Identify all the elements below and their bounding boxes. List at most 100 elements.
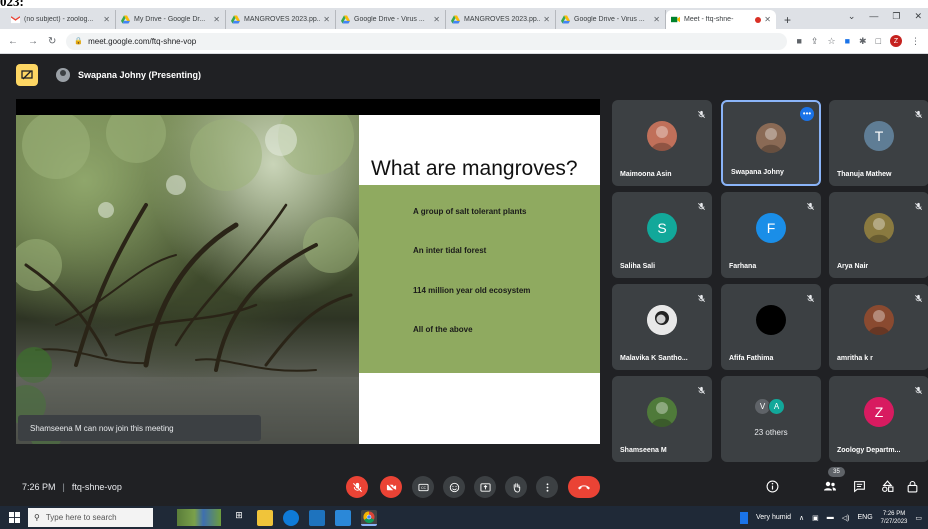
back-icon[interactable]: ← (8, 36, 18, 47)
participant-tile[interactable]: Z Zoology Departm... (829, 376, 928, 462)
participant-tile[interactable]: amritha k r (829, 284, 928, 370)
participant-name: Arya Nair (837, 263, 869, 270)
taskbar-clock[interactable]: 7:26 PM 7/27/2023 (881, 510, 908, 526)
top-strip: 023: (0, 0, 928, 8)
forward-icon[interactable]: → (28, 36, 38, 47)
battery-icon[interactable]: ▬ (827, 514, 834, 521)
slide-bullet: All of the above (413, 325, 473, 334)
raise-hand-button[interactable] (505, 476, 527, 498)
presentation-icon[interactable] (16, 64, 38, 86)
participant-tile[interactable]: Malavika K Santho... (612, 284, 712, 370)
close-tab-icon[interactable]: ✕ (433, 15, 440, 24)
participant-avatar: F (756, 213, 786, 243)
reload-icon[interactable]: ↻ (48, 36, 56, 47)
participant-tile[interactable]: ••• Swapana Johny (721, 100, 821, 186)
browser-tab[interactable]: Google Drive - Virus ... ✕ (556, 10, 666, 29)
bookmark-star-icon[interactable]: ☆ (828, 36, 836, 47)
participant-tile[interactable]: Afifa Fathima (721, 284, 821, 370)
tab-search-icon[interactable]: ⌄ (848, 11, 856, 22)
close-tab-icon[interactable]: ✕ (323, 15, 330, 24)
close-window-icon[interactable]: ✕ (914, 11, 922, 22)
chat-button[interactable] (851, 478, 867, 494)
share-icon[interactable]: ⇪ (811, 36, 819, 47)
browser-tab-label: Meet - ftq-shne- (684, 16, 734, 23)
participant-tile[interactable]: Arya Nair (829, 192, 928, 278)
task-view-icon[interactable]: ⊞ (231, 510, 247, 526)
search-icon: ⚲ (34, 513, 40, 522)
others-tile[interactable]: V A 23 others (721, 376, 821, 462)
presenter-label: Swapana Johny (Presenting) (78, 70, 202, 80)
close-tab-icon[interactable]: ✕ (653, 15, 660, 24)
browser-tab[interactable]: Google Drive - Virus ... ✕ (336, 10, 446, 29)
emoji-button[interactable] (443, 476, 465, 498)
mangrove-photo-art (16, 115, 359, 444)
activities-button[interactable] (879, 478, 895, 494)
host-controls-button[interactable] (904, 478, 920, 494)
puzzle-icon[interactable]: ✱ (859, 36, 867, 47)
mangrove-photo (16, 115, 359, 444)
browser-tab-bar: (no subject) - zoolog... ✕ My Drive - Goog… (0, 8, 928, 29)
browser-tab[interactable]: My Drive - Google Dr... ✕ (116, 10, 226, 29)
participant-tile[interactable]: T Thanuja Mathew (829, 100, 928, 186)
browser-tab[interactable]: Meet - ftq-shne- ✕ (666, 10, 776, 29)
slide-bullet: 114 million year old ecosystem (413, 286, 531, 295)
participant-name: Farhana (729, 263, 757, 270)
join-notification[interactable]: Shamseena M can now join this meeting (18, 415, 261, 441)
participant-avatar (864, 213, 894, 243)
people-button[interactable] (822, 478, 838, 494)
camera-off-button[interactable] (380, 476, 402, 498)
lock-person-icon (907, 480, 917, 492)
widgets-thumbnail[interactable] (177, 509, 221, 526)
windows-start-button[interactable] (0, 512, 28, 523)
participant-tile[interactable]: S Saliha Sali (612, 192, 712, 278)
browser-tab-label: (no subject) - zoolog... (24, 16, 94, 23)
participant-tile[interactable]: Shamseena M (612, 376, 712, 462)
weather-text[interactable]: Very humid (756, 514, 791, 521)
chrome-taskbar-icon[interactable] (361, 509, 377, 526)
volume-icon[interactable]: ◁) (842, 514, 850, 522)
camera-permission-icon[interactable]: ■ (797, 36, 802, 46)
clock-date: 7/27/2023 (880, 518, 908, 525)
file-explorer-icon[interactable] (257, 509, 273, 526)
close-tab-icon[interactable]: ✕ (213, 15, 220, 24)
close-tab-icon[interactable]: ✕ (543, 15, 550, 24)
notification-icon[interactable]: ▭ (915, 514, 922, 522)
extension-icon[interactable]: ■ (845, 36, 850, 46)
mic-muted-icon (697, 382, 706, 394)
slide-bullet: A group of salt tolerant plants (413, 207, 527, 216)
browser-tab[interactable]: MANGROVES 2023.pp... ✕ (226, 10, 336, 29)
tray-chevron-icon[interactable]: ∧ (799, 514, 804, 522)
meeting-info: 7:26 PM | ftq-shne-vop (22, 482, 122, 492)
meeting-details-button[interactable] (764, 478, 780, 494)
new-tab-button[interactable]: + (776, 13, 799, 29)
mail-icon[interactable] (335, 509, 351, 526)
captions-button[interactable]: CC (412, 476, 434, 498)
taskbar-search[interactable]: ⚲ Type here to search (28, 508, 153, 527)
network-icon[interactable]: ▣ (812, 514, 819, 522)
language-indicator[interactable]: ENG (858, 514, 873, 521)
join-notification-text: Shamseena M can now join this meeting (30, 423, 174, 433)
browser-tab[interactable]: (no subject) - zoolog... ✕ (6, 10, 116, 29)
participant-tile[interactable]: F Farhana (721, 192, 821, 278)
leave-call-button[interactable] (568, 476, 600, 498)
edge-icon[interactable] (283, 509, 299, 526)
store-icon[interactable] (309, 509, 325, 526)
drive-icon (451, 15, 460, 24)
more-options-button[interactable] (536, 476, 558, 498)
minimize-icon[interactable]: — (869, 11, 878, 22)
restore-icon[interactable]: ❐ (892, 11, 900, 22)
profile-avatar[interactable]: Z (890, 35, 902, 47)
clock-time: 7:26 PM (882, 510, 906, 517)
close-tab-icon[interactable]: ✕ (103, 15, 110, 24)
present-now-button[interactable] (474, 476, 496, 498)
url-field[interactable]: 🔒 meet.google.com/ftq-shne-vop (66, 32, 787, 50)
sidepanel-icon[interactable]: □ (876, 36, 881, 46)
drive-icon (121, 15, 130, 24)
browser-tab[interactable]: MANGROVES 2023.pp... ✕ (446, 10, 556, 29)
tile-more-options-icon[interactable]: ••• (800, 107, 814, 121)
menu-dots-icon[interactable]: ⋮ (911, 36, 920, 47)
close-tab-icon[interactable]: ✕ (764, 15, 771, 24)
participant-tile[interactable]: Maimoona Asin (612, 100, 712, 186)
microphone-off-button[interactable] (346, 476, 368, 498)
browser-tab-label: MANGROVES 2023.pp... (244, 16, 321, 23)
